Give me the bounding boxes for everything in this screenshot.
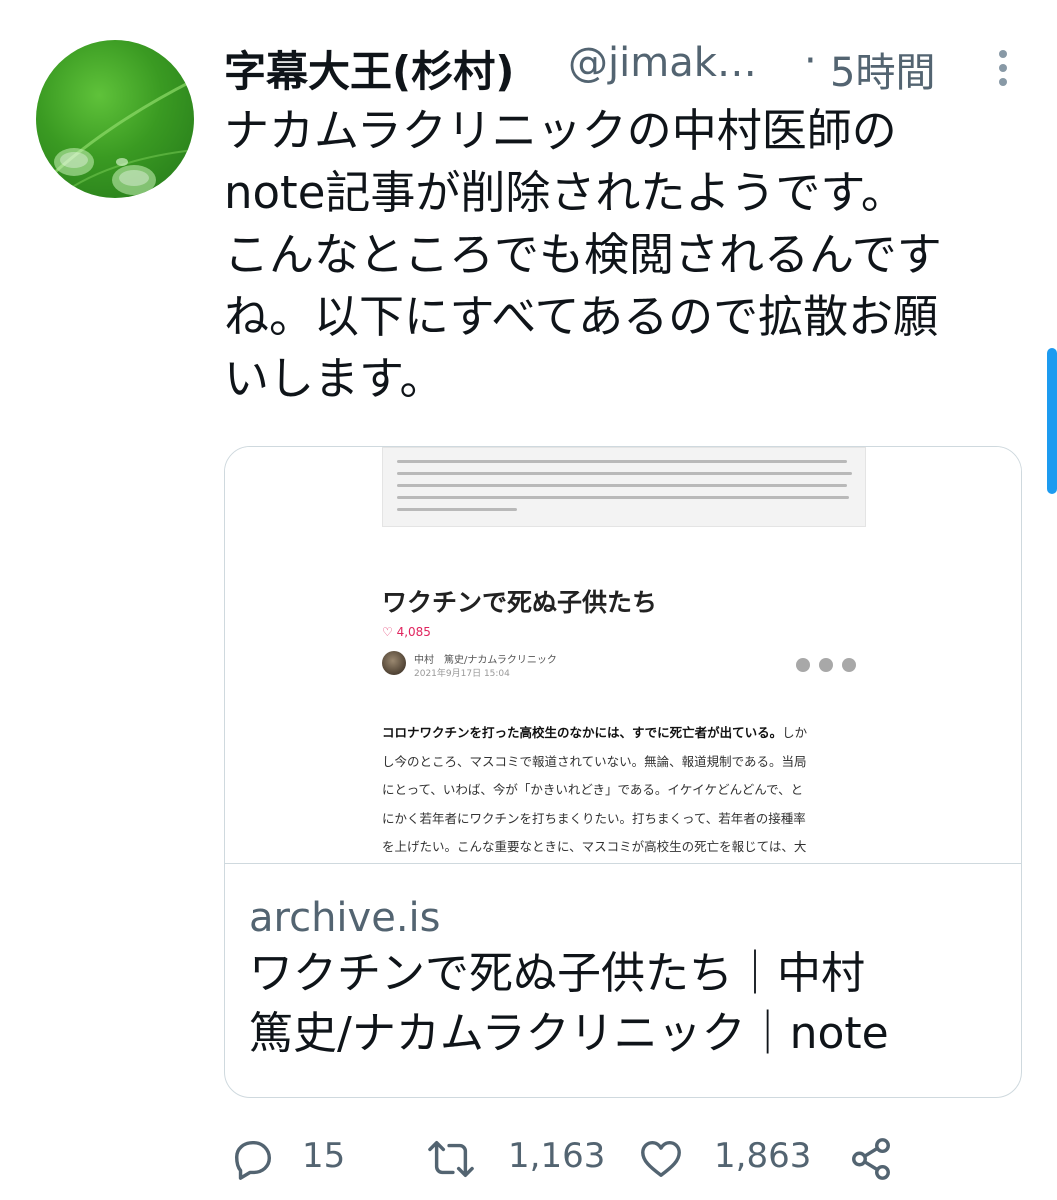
author-name: 中村 篤史/ナカムラクリニック — [414, 655, 557, 666]
user-handle[interactable]: @jimak… — [568, 40, 757, 86]
retweet-count: 1,163 — [508, 1136, 606, 1176]
scrollbar-thumb[interactable] — [1047, 348, 1057, 494]
tweet-text-line: ナカムラクリニックの中村医師の — [224, 104, 897, 157]
tweet-text-line: いします。 — [224, 352, 445, 405]
card-title: ワクチンで死ぬ子供たち｜中村 篤史/ナカムラクリニック｜note — [249, 944, 1009, 1064]
card-preview-image: ワクチンで死ぬ子供たち ♡ 4,085 中村 篤史/ナカムラクリニック 2021… — [225, 447, 1021, 864]
article-body: コロナワクチンを打った高校生のなかには、すでに死亡者が出ている。しか し今のとこ… — [382, 719, 864, 862]
link-preview-card[interactable]: ワクチンで死ぬ子供たち ♡ 4,085 中村 篤史/ナカムラクリニック 2021… — [224, 446, 1022, 1098]
retweet-icon — [428, 1140, 474, 1178]
timestamp[interactable]: 5時間 — [830, 40, 935, 98]
twitter-icon — [796, 658, 810, 672]
like-count: 1,863 — [714, 1136, 812, 1176]
tweet-text: ナカムラクリニックの中村医師の note記事が削除されたようです。 こんなところ… — [224, 100, 1034, 410]
line-icon — [842, 658, 856, 672]
reply-count: 15 — [302, 1136, 346, 1176]
article-body-line: コロナワクチンを打った高校生のなかには、すでに死亡者が出ている。しか — [382, 725, 808, 740]
author-avatar — [382, 651, 406, 675]
article-body-line: を上げたい。こんな重要なときに、マスコミが高校生の死亡を報じては、大 — [382, 839, 807, 854]
reply-icon — [234, 1140, 272, 1180]
card-title-line: 篤史/ナカムラクリニック｜note — [249, 1008, 889, 1059]
tweet-actions: 15 1,163 1,863 — [224, 1130, 1024, 1190]
tweet-text-line: note記事が削除されたようです。 — [224, 166, 906, 219]
facebook-icon — [819, 658, 833, 672]
article-body-line: にかく若年者にワクチンを打ちまくりたい。打ちまくって、若年者の接種率 — [382, 810, 806, 826]
separator-dot: · — [804, 38, 817, 84]
card-title-line: ワクチンで死ぬ子供たち｜中村 — [249, 948, 865, 999]
avatar[interactable] — [36, 40, 194, 198]
tweet-text-line: ね。以下にすべてあるので拡散お願 — [224, 290, 939, 343]
share-icon — [852, 1138, 890, 1180]
card-meta: archive.is ワクチンで死ぬ子供たち｜中村 篤史/ナカムラクリニック｜n… — [249, 892, 1009, 1064]
article-share-icons — [787, 657, 856, 676]
card-domain: archive.is — [249, 895, 441, 941]
display-name[interactable]: 字幕大王(杉村) — [224, 38, 514, 99]
leaf-water-drops-avatar — [36, 78, 194, 198]
article-body-line: にとって、いわば、今が「かきいれどき」である。イケイケどんどんで、と — [382, 782, 804, 797]
notice-box — [382, 447, 866, 527]
tweet-header: 字幕大王(杉村) @jimak… · 5時間 — [224, 30, 1007, 100]
article-title: ワクチンで死ぬ子供たち — [382, 588, 658, 617]
article-likes: ♡ 4,085 — [382, 625, 431, 639]
more-options-icon[interactable] — [994, 50, 1012, 92]
article-body-line: し今のところ、マスコミで報道されていない。無論、報道規制である。当局 — [382, 753, 807, 769]
tweet-text-line: こんなところでも検閲されるんです — [224, 228, 942, 281]
article-date: 2021年9月17日 15:04 — [414, 669, 510, 679]
like-icon — [641, 1140, 681, 1178]
